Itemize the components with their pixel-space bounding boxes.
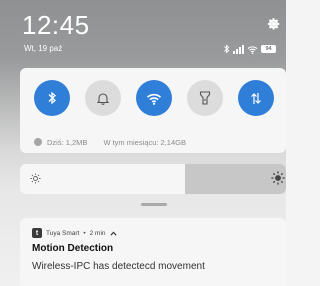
mobile-data-toggle[interactable]	[238, 80, 274, 116]
wifi-toggle[interactable]	[136, 80, 172, 116]
date-label: Wt, 19 paź	[24, 44, 63, 53]
bluetooth-icon	[48, 91, 56, 105]
signal-icon	[233, 44, 244, 54]
bluetooth-toggle[interactable]	[34, 80, 70, 116]
notification-body: Wireless-IPC has detectecd movement	[32, 261, 205, 272]
data-usage-icon	[34, 138, 42, 146]
wifi-icon	[247, 45, 258, 54]
notification-app-name: Tuya Smart	[46, 229, 80, 237]
brightness-slider[interactable]	[20, 164, 286, 194]
notification-card[interactable]: t Tuya Smart • 2 min Motion Detection Wi…	[20, 218, 286, 286]
separator-dot: •	[83, 229, 86, 237]
flashlight-icon	[199, 91, 211, 105]
notification-time: 2 min	[89, 229, 106, 237]
data-usage-month: W tym miesiącu: 2,14GB	[103, 137, 186, 147]
settings-gear-icon[interactable]	[267, 17, 281, 31]
data-usage-row: Dziś: 1,2MB W tym miesiącu: 2,14GB	[34, 136, 186, 148]
tuya-app-icon: t	[32, 228, 42, 238]
data-usage-today: Dziś: 1,2MB	[47, 137, 88, 147]
battery-icon: 94	[261, 45, 276, 53]
brightness-high-icon	[271, 171, 285, 185]
flashlight-toggle[interactable]	[187, 80, 223, 116]
chevron-up-icon[interactable]	[110, 231, 117, 236]
shade-drag-handle[interactable]	[141, 203, 167, 206]
bluetooth-icon	[224, 44, 230, 54]
data-arrows-icon	[251, 92, 261, 104]
status-icons: 94	[223, 43, 285, 55]
bell-icon	[97, 92, 109, 105]
sound-toggle[interactable]	[85, 80, 121, 116]
notification-header: t Tuya Smart • 2 min	[32, 227, 117, 239]
brightness-low-icon	[30, 173, 41, 184]
notification-title: Motion Detection	[32, 243, 114, 254]
wifi-icon	[146, 93, 162, 105]
clock: 12:45	[22, 10, 90, 40]
quick-settings-panel: Dziś: 1,2MB W tym miesiącu: 2,14GB	[20, 68, 286, 153]
